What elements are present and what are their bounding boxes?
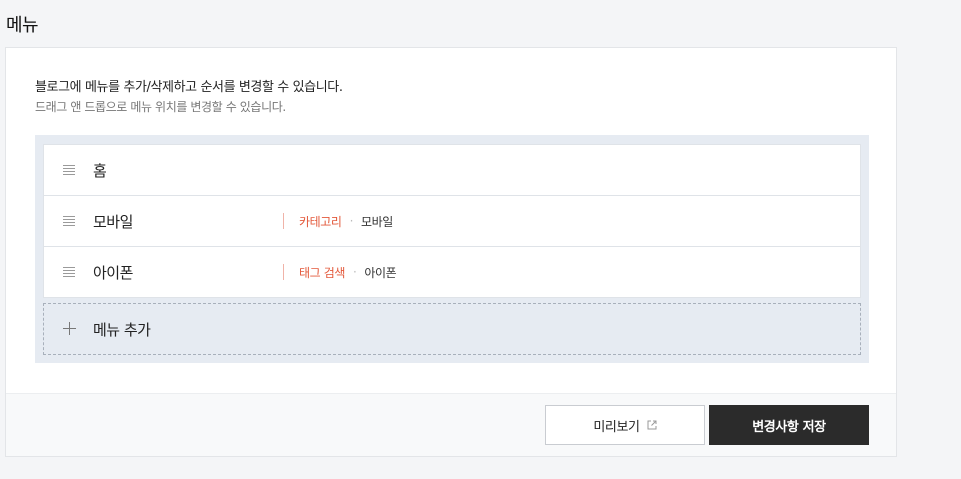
menu-item-label: 홈 xyxy=(93,162,107,180)
preview-button[interactable]: 미리보기 xyxy=(545,405,705,445)
link-type-label: 카테고리 xyxy=(299,214,342,229)
external-link-icon xyxy=(647,420,657,430)
link-separator: · xyxy=(352,265,357,279)
preview-button-label: 미리보기 xyxy=(593,419,640,435)
description-main: 블로그에 메뉴를 추가/삭제하고 순서를 변경할 수 있습니다. xyxy=(35,80,343,95)
footer-actions: 미리보기 변경사항 저장 xyxy=(6,393,896,456)
menu-settings-panel: 블로그에 메뉴를 추가/삭제하고 순서를 변경할 수 있습니다. 드래그 앤 드… xyxy=(5,47,897,457)
menu-item-iphone[interactable]: 아이폰 태그 검색 · 아이폰 xyxy=(43,246,861,298)
plus-icon xyxy=(63,322,76,335)
menu-item-label: 모바일 xyxy=(93,213,133,231)
link-target-label: 아이폰 xyxy=(364,265,397,280)
link-type-label: 태그 검색 xyxy=(299,265,345,280)
drag-handle-icon[interactable] xyxy=(63,216,75,226)
description-sub: 드래그 앤 드롭으로 메뉴 위치를 변경할 수 있습니다. xyxy=(35,100,286,114)
drag-handle-icon[interactable] xyxy=(63,165,75,175)
link-target-label: 모바일 xyxy=(360,214,393,229)
menu-edit-area: 홈 모바일 카테고리 · 모바일 아이폰 태그 검색 · 아이폰 메뉴 추가 xyxy=(35,135,869,363)
menu-list: 홈 모바일 카테고리 · 모바일 아이폰 태그 검색 · 아이폰 xyxy=(43,144,861,298)
link-separator: · xyxy=(349,214,354,228)
add-menu-label: 메뉴 추가 xyxy=(93,321,151,339)
menu-item-link-info: 태그 검색 · 아이폰 xyxy=(283,264,397,280)
menu-item-home[interactable]: 홈 xyxy=(43,144,861,195)
menu-item-link-info: 카테고리 · 모바일 xyxy=(283,213,393,229)
drag-handle-icon[interactable] xyxy=(63,267,75,277)
save-changes-button[interactable]: 변경사항 저장 xyxy=(709,405,869,445)
add-menu-button[interactable]: 메뉴 추가 xyxy=(43,303,861,355)
menu-item-label: 아이폰 xyxy=(93,264,133,282)
page-title: 메뉴 xyxy=(6,15,39,36)
menu-item-mobile[interactable]: 모바일 카테고리 · 모바일 xyxy=(43,195,861,246)
